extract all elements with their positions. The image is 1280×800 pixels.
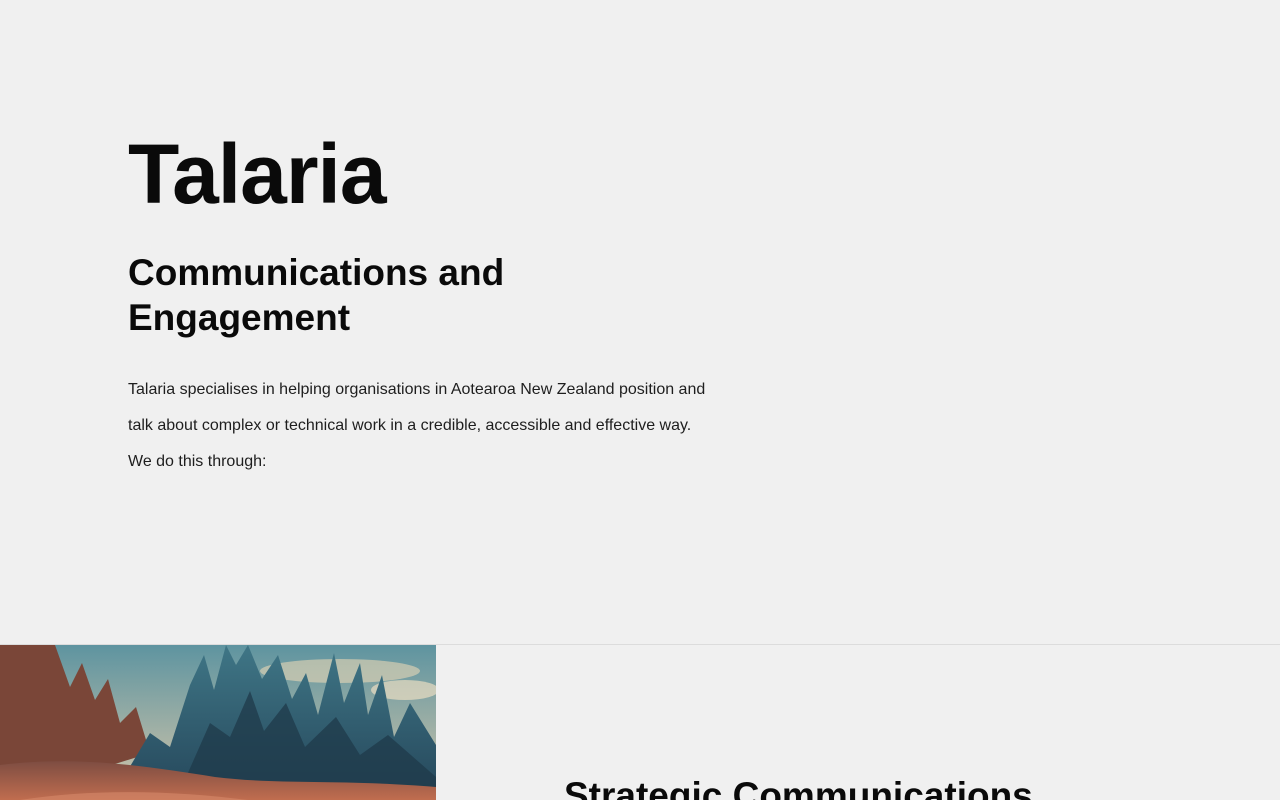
intro-text: Talaria specialises in helping organisat… xyxy=(128,372,718,480)
hero-section: Talaria Communications and Engagement Ta… xyxy=(0,0,1280,644)
feature-title: Strategic Communications xyxy=(564,775,1033,800)
intro-paragraph: Talaria specialises in helping organisat… xyxy=(128,381,706,434)
page: Talaria Communications and Engagement Ta… xyxy=(0,0,1280,800)
hero-subtitle: Communications and Engagement xyxy=(128,252,505,338)
site-title: Talaria xyxy=(128,127,387,221)
landscape-image xyxy=(0,645,436,800)
intro-lead: We do this through: xyxy=(128,453,267,470)
strategic-communications-section: Strategic Communications xyxy=(0,645,1280,800)
